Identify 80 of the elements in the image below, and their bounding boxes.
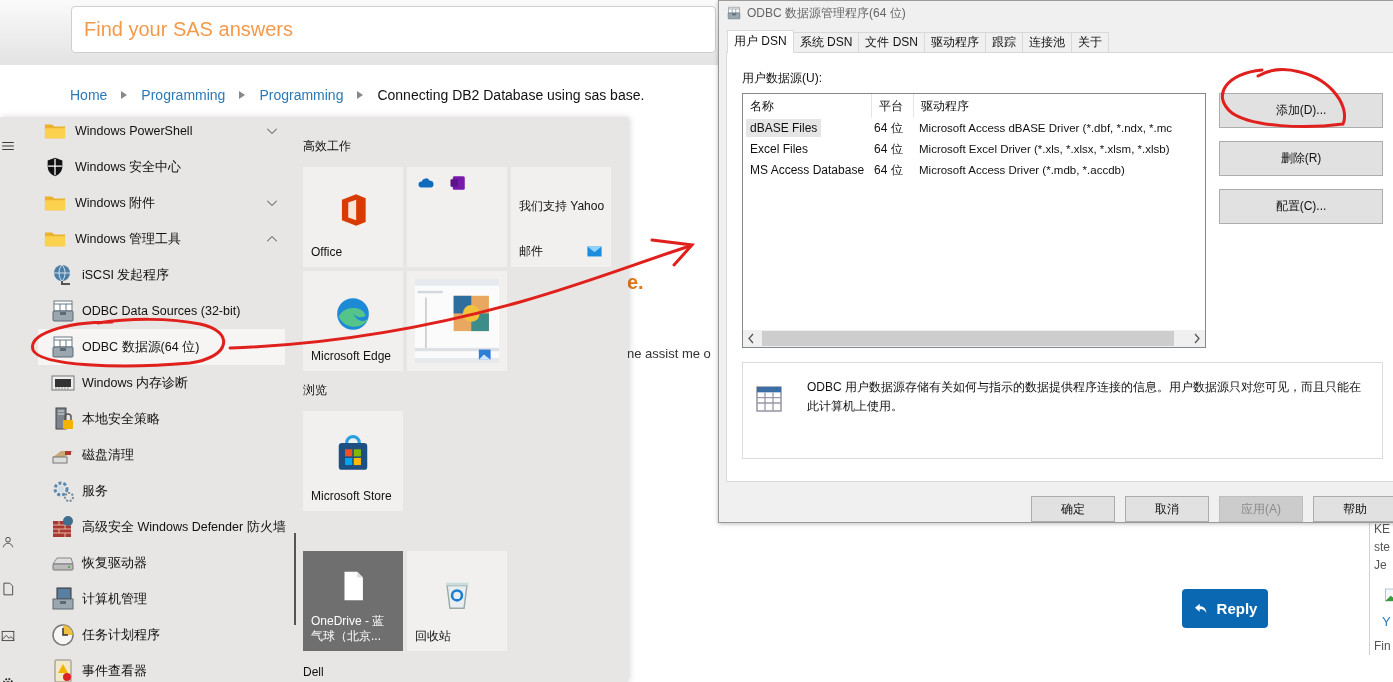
- computer-icon: [51, 587, 75, 611]
- app-list-item[interactable]: Windows 安全中心: [38, 149, 285, 185]
- table-cell[interactable]: dBASE Files: [746, 119, 822, 138]
- breadcrumb-link[interactable]: Programming: [259, 87, 344, 103]
- clock-icon: [51, 623, 75, 647]
- table-cell[interactable]: MS Access Database: [746, 161, 869, 180]
- app-list-item[interactable]: Windows 管理工具: [38, 221, 285, 257]
- info-text: ODBC 用户数据源存储有关如何与指示的数据提供程序连接的信息。用户数据源只对您可见，而且只能在此计算机上使用。: [807, 378, 1362, 415]
- app-tile[interactable]: Office: [303, 167, 403, 267]
- table-cell-text: 64 位: [873, 140, 904, 158]
- app-list-item[interactable]: Windows PowerShell: [38, 113, 285, 149]
- note-app-icon: [449, 174, 467, 192]
- table-cell-text: Microsoft Excel Driver (*.xls, *.xlsx, *.xlsm, *.xlsb): [918, 143, 1170, 156]
- scrollbar[interactable]: [294, 533, 296, 625]
- app-list-item[interactable]: iSCSI 发起程序: [38, 257, 285, 293]
- app-list-item[interactable]: 事件查看器: [38, 653, 285, 682]
- table-cell-text: 64 位: [873, 119, 904, 137]
- app-list-item[interactable]: 磁盘清理: [38, 437, 285, 473]
- post-text: ne assist me o: [627, 346, 711, 361]
- breadcrumb-current: Connecting DB2 Database using sas base.: [377, 87, 645, 103]
- table-cell[interactable]: Excel Files: [746, 140, 812, 159]
- app-tile[interactable]: 回收站: [407, 551, 507, 651]
- app-tile[interactable]: Microsoft Edge: [303, 271, 403, 371]
- app-list-item[interactable]: 服务: [38, 473, 285, 509]
- reply-button[interactable]: Reply: [1182, 589, 1268, 628]
- dialog-button[interactable]: 确定: [1031, 496, 1115, 522]
- app-list-item[interactable]: 本地安全策略: [38, 401, 285, 437]
- app-list-item[interactable]: 计算机管理: [38, 581, 285, 617]
- breadcrumb-separator-icon: [239, 91, 246, 99]
- search-field[interactable]: Find your SAS answers: [71, 6, 716, 53]
- table-cell-text: Microsoft Access dBASE Driver (*.dbf, *.ndx, *.mc: [918, 122, 1173, 135]
- app-list-item[interactable]: 任务计划程序: [38, 617, 285, 653]
- app-tile[interactable]: OneDrive - 蓝气球（北京...: [303, 551, 403, 651]
- app-tile[interactable]: Microsoft Store: [303, 411, 403, 511]
- toolbox-icon: [51, 335, 75, 359]
- sidebar-text: KE: [1374, 521, 1390, 538]
- menu-icon[interactable]: [1, 139, 15, 153]
- table-cell-text: 64 位: [873, 161, 904, 179]
- table-cell-text: Microsoft Access Driver (*.mdb, *.accdb): [918, 164, 1125, 177]
- list-label: 用户数据源(U):: [742, 70, 822, 86]
- toolbox-icon: [51, 299, 75, 323]
- dialog-button[interactable]: 配置(C)...: [1219, 188, 1383, 224]
- app-list-item[interactable]: Windows 附件: [38, 185, 285, 221]
- sidebar-text: Fin: [1374, 638, 1391, 655]
- app-list-item[interactable]: ODBC Data Sources (32-bit): [38, 293, 285, 329]
- dialog-button[interactable]: 添加(D)...: [1219, 92, 1383, 128]
- group-title: Dell: [303, 665, 324, 679]
- breadcrumb-separator-icon: [121, 91, 128, 99]
- app-tile[interactable]: 我们支持 Yahoo 邮件: [511, 167, 611, 267]
- dialog-button[interactable]: 帮助: [1313, 496, 1393, 522]
- sidebar-link[interactable]: Y: [1382, 613, 1391, 631]
- app-tile[interactable]: [407, 167, 507, 267]
- breadcrumb-separator-icon: [357, 91, 364, 99]
- window-title: ODBC 数据源管理程序(64 位): [747, 4, 906, 22]
- user-icon[interactable]: [1, 535, 15, 549]
- breadcrumb-link[interactable]: Programming: [141, 87, 226, 103]
- brick-wall-icon: [51, 515, 75, 539]
- sidebar-text: Je: [1374, 557, 1387, 574]
- app-list-item[interactable]: ODBC 数据源(64 位): [38, 329, 285, 365]
- tab[interactable]: 用户 DSN: [727, 29, 794, 53]
- group-title: 高效工作: [303, 138, 351, 155]
- column-header[interactable]: 驱动程序: [914, 93, 1205, 118]
- dialog-button[interactable]: 删除(R): [1219, 140, 1383, 176]
- app-list-item[interactable]: 高级安全 Windows Defender 防火墙: [38, 509, 285, 545]
- document-icon[interactable]: [1, 582, 15, 596]
- tab[interactable]: 关于: [1071, 31, 1109, 52]
- group-title: 浏览: [303, 382, 327, 399]
- sidebar-text: ste: [1374, 539, 1390, 556]
- app-list-item[interactable]: Windows 内存诊断: [38, 365, 285, 401]
- column-header[interactable]: 平台: [872, 93, 914, 118]
- gears-icon: [51, 479, 75, 503]
- event-log-icon: [51, 659, 75, 682]
- scrollbar-thumb[interactable]: [762, 330, 1174, 346]
- post-title: e.: [627, 271, 644, 294]
- breadcrumb-link[interactable]: Home: [70, 87, 108, 103]
- app-list-item[interactable]: 恢复驱动器: [38, 545, 285, 581]
- image-icon[interactable]: [1, 629, 15, 643]
- dialog-button[interactable]: 取消: [1125, 496, 1209, 522]
- column-header[interactable]: 名称: [743, 93, 872, 118]
- toolbox-icon: [727, 6, 741, 21]
